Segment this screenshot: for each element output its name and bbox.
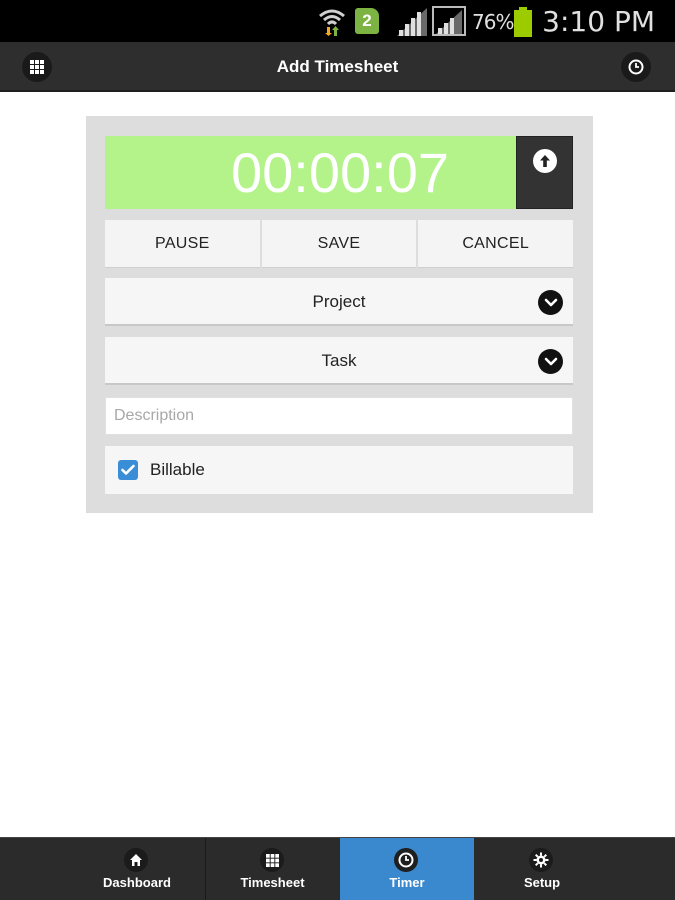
save-button[interactable]: SAVE: [261, 220, 417, 268]
battery-percent: 76%: [472, 10, 514, 34]
signal-icon: [397, 8, 427, 36]
page-title: Add Timesheet: [276, 57, 399, 76]
wifi-icon: [319, 9, 345, 36]
gear-icon: [533, 852, 549, 868]
nav-item-timer[interactable]: Timer: [340, 838, 474, 900]
billable-row[interactable]: Billable: [105, 446, 573, 494]
timer-card: 00:00:07 PAUSE SAVE CANCEL Project Task …: [86, 116, 593, 513]
timer-actions: PAUSE SAVE CANCEL: [105, 220, 574, 268]
task-select[interactable]: Task: [105, 337, 573, 385]
arrow-up-icon: [540, 155, 550, 167]
clock-icon: [628, 59, 644, 75]
checkmark-icon: [121, 464, 135, 475]
chevron-down-icon: [538, 290, 563, 315]
project-select[interactable]: Project: [105, 278, 573, 326]
battery-icon: [514, 7, 532, 37]
billable-label: Billable: [150, 460, 205, 479]
home-icon: [130, 854, 142, 866]
task-select-label: Task: [321, 351, 357, 370]
billable-checkbox[interactable]: [118, 460, 138, 480]
nav-label: Dashboard: [103, 875, 171, 890]
nav-label: Setup: [523, 875, 561, 890]
timer-button[interactable]: [621, 52, 651, 82]
collapse-button[interactable]: [516, 136, 573, 209]
description-input[interactable]: [105, 397, 573, 435]
elapsed-time-display: 00:00:07: [105, 136, 516, 209]
chevron-down-icon: [538, 349, 563, 374]
clock-time: 3:10 PM: [542, 5, 655, 38]
nav-item-timesheet[interactable]: Timesheet: [205, 838, 339, 900]
grid-icon: [265, 853, 279, 867]
nav-item-setup[interactable]: Setup: [475, 838, 609, 900]
project-select-label: Project: [312, 292, 366, 311]
signal-icon: [432, 6, 466, 36]
nav-label: Timesheet: [240, 875, 305, 890]
app-header: Add Timesheet: [0, 42, 675, 92]
nav-label: Timer: [389, 875, 425, 890]
cancel-button[interactable]: CANCEL: [418, 220, 574, 268]
nav-item-dashboard[interactable]: Dashboard: [70, 838, 204, 900]
bottom-nav: Dashboard Timesheet Timer Setup: [0, 837, 675, 900]
clock-icon: [398, 852, 414, 868]
sim-icon: 2: [355, 8, 379, 34]
status-bar: 2 76% 3:10 PM: [0, 0, 675, 42]
pause-button[interactable]: PAUSE: [105, 220, 260, 268]
